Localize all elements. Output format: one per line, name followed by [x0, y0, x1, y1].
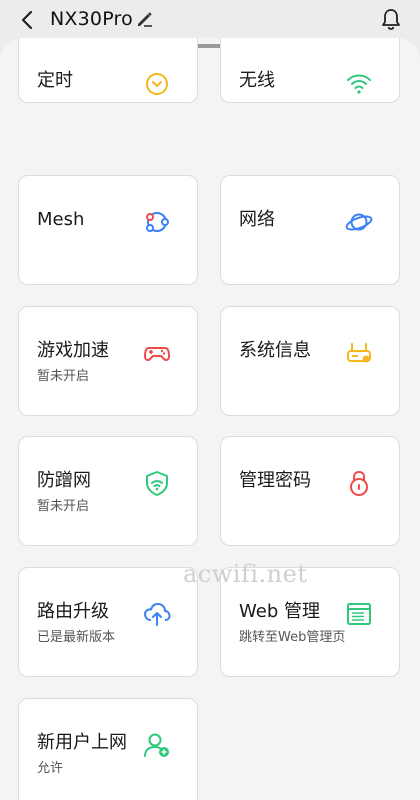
card-status: 暂未开启 [37, 369, 90, 384]
card-label: 定时 [37, 70, 73, 91]
user-add-icon [144, 733, 169, 757]
card-router-upgrade[interactable]: 路由升级 已是最新版本 [18, 567, 198, 677]
card-label: Web 管理 [239, 601, 320, 622]
card-label: 无线 [239, 70, 275, 91]
page-title: NX30Pro [50, 8, 133, 30]
card-status: 已是最新版本 [37, 630, 116, 645]
card-anti-leech[interactable]: 防蹭网 暂未开启 [18, 436, 198, 546]
card-status: 暂未开启 [37, 499, 90, 514]
card-label: 新用户上网 [37, 732, 127, 753]
bottom-sheet: 定时 无线 Mesh 网络 游戏加速 暂未开启 系统信息 防蹭网 暂未开启 管理… [0, 38, 420, 800]
card-schedule[interactable]: 定时 [18, 38, 198, 103]
shield-icon [146, 471, 168, 496]
chevron-left-icon[interactable] [16, 8, 40, 32]
card-system-info[interactable]: 系统信息 [220, 306, 400, 416]
card-label: 防蹭网 [37, 470, 91, 491]
browser-window-icon [347, 603, 371, 625]
card-new-user-access[interactable]: 新用户上网 允许 [18, 698, 198, 800]
watermark-text: acwifi.net [183, 560, 308, 588]
lock-icon [350, 470, 368, 496]
bell-icon[interactable] [380, 7, 402, 31]
clock-icon [146, 73, 168, 95]
wifi-icon [347, 74, 371, 94]
mesh-icon [146, 212, 169, 232]
planet-icon [345, 213, 373, 231]
card-label: Mesh [37, 209, 85, 230]
card-status: 跳转至Web管理页 [239, 630, 346, 645]
card-wireless[interactable]: 无线 [220, 38, 400, 103]
card-label: 管理密码 [239, 470, 311, 491]
card-label: 路由升级 [37, 601, 109, 622]
gamepad-icon [144, 347, 170, 361]
cloud-upload-icon [144, 603, 171, 626]
card-admin-password[interactable]: 管理密码 [220, 436, 400, 546]
card-network[interactable]: 网络 [220, 175, 400, 285]
router-icon [347, 343, 371, 363]
edit-pencil-icon[interactable] [135, 9, 155, 29]
card-status: 允许 [37, 761, 64, 776]
card-label: 游戏加速 [37, 340, 109, 361]
card-label: 网络 [239, 209, 275, 230]
card-game-boost[interactable]: 游戏加速 暂未开启 [18, 306, 198, 416]
card-mesh[interactable]: Mesh [18, 175, 198, 285]
top-bar: NX30Pro [0, 0, 420, 40]
card-label: 系统信息 [239, 340, 311, 361]
